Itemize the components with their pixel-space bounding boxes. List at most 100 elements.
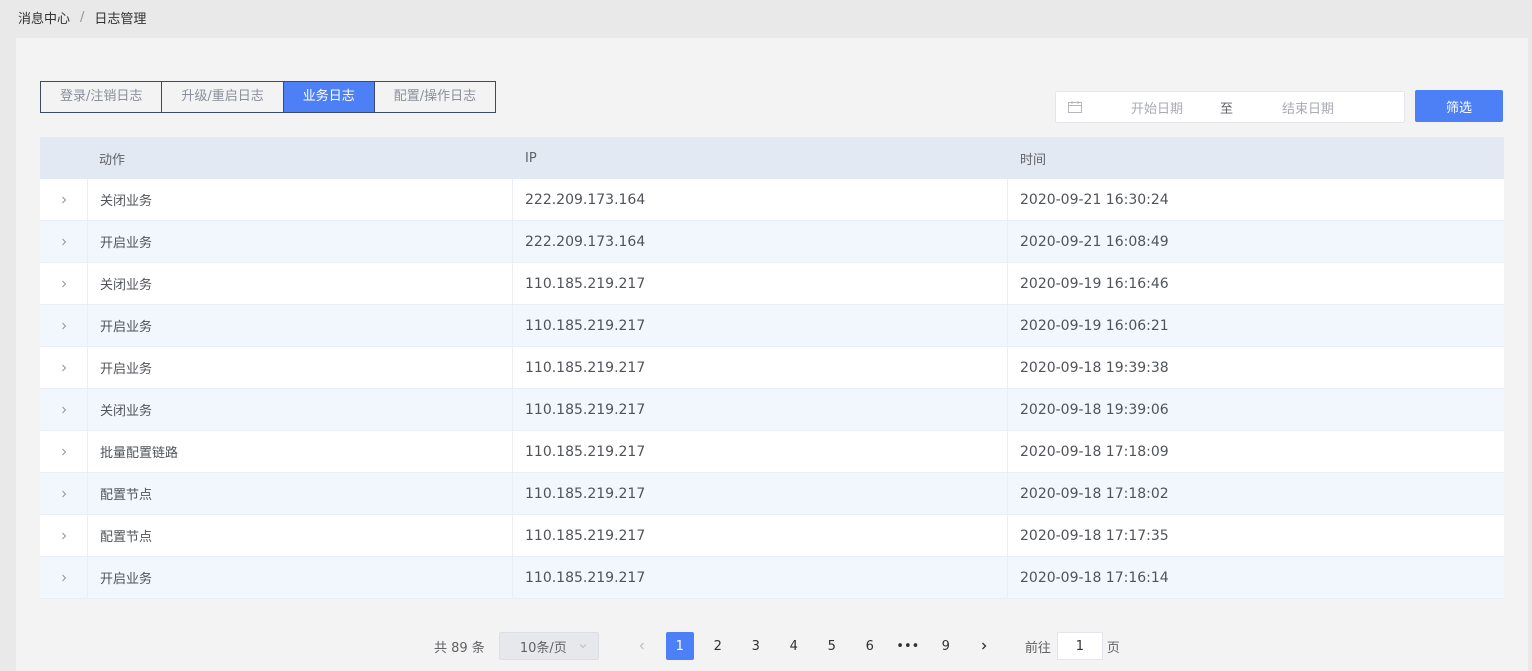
log-table: 动作 IP 时间 关闭业务 222.209.173.164 2020-09-21 1… xyxy=(40,137,1504,599)
page-number-button[interactable]: 5 xyxy=(818,632,846,660)
chevron-right-icon xyxy=(61,196,66,203)
page-number-button[interactable]: 3 xyxy=(742,632,770,660)
content-card: 登录/注销日志 升级/重启日志 业务日志 配置/操作日志 开始日期 至 结束日期… xyxy=(16,38,1528,671)
table-row[interactable]: 配置节点 110.185.219.217 2020-09-18 17:18:02 xyxy=(40,473,1504,515)
cell-action: 关闭业务 xyxy=(88,389,513,430)
goto-prefix: 前往 xyxy=(1024,640,1051,656)
cell-ip: 110.185.219.217 xyxy=(513,431,1008,472)
cell-ip: 222.209.173.164 xyxy=(513,179,1008,220)
cell-ip: 110.185.219.217 xyxy=(513,305,1008,346)
cell-action: 批量配置链路 xyxy=(88,431,513,472)
row-expand-toggle[interactable] xyxy=(40,347,88,388)
cell-time: 2020-09-21 16:08:49 xyxy=(1020,233,1169,250)
table-row[interactable]: 开启业务 110.185.219.217 2020-09-18 19:39:38 xyxy=(40,347,1504,389)
cell-time: 2020-09-18 17:18:09 xyxy=(1020,443,1169,460)
breadcrumb: 消息中心 / 日志管理 xyxy=(18,8,146,27)
date-range-picker[interactable]: 开始日期 至 结束日期 xyxy=(1055,91,1405,123)
cell-action: 关闭业务 xyxy=(88,179,513,220)
prev-page-button[interactable] xyxy=(628,632,656,660)
row-expand-toggle[interactable] xyxy=(40,557,88,598)
page-size-select[interactable]: 10条/页 xyxy=(498,632,599,660)
cell-action: 配置节点 xyxy=(88,473,513,514)
tab-business[interactable]: 业务日志 xyxy=(282,81,375,113)
page-ellipsis[interactable]: ••• xyxy=(894,632,922,660)
row-expand-toggle[interactable] xyxy=(40,305,88,346)
tab-upgrade-restart[interactable]: 升级/重启日志 xyxy=(161,81,284,113)
cell-action: 开启业务 xyxy=(88,347,513,388)
cell-action: 开启业务 xyxy=(88,305,513,346)
row-expand-toggle[interactable] xyxy=(40,263,88,304)
table-row[interactable]: 配置节点 110.185.219.217 2020-09-18 17:17:35 xyxy=(40,515,1504,557)
row-expand-toggle[interactable] xyxy=(40,515,88,556)
page-number-button[interactable]: 6 xyxy=(856,632,884,660)
cell-ip: 110.185.219.217 xyxy=(513,389,1008,430)
table-row[interactable]: 关闭业务 222.209.173.164 2020-09-21 16:30:24 xyxy=(40,179,1504,221)
row-expand-toggle[interactable] xyxy=(40,389,88,430)
table-row[interactable]: 开启业务 222.209.173.164 2020-09-21 16:08:49 xyxy=(40,221,1504,263)
cell-time: 2020-09-19 16:16:46 xyxy=(1020,275,1169,292)
page-jumper: 前往 页 xyxy=(1025,632,1120,660)
cell-time: 2020-09-19 16:06:21 xyxy=(1020,317,1169,334)
page-number-button[interactable]: 9 xyxy=(932,632,960,660)
table-row[interactable]: 关闭业务 110.185.219.217 2020-09-18 19:39:06 xyxy=(40,389,1504,431)
table-row[interactable]: 开启业务 110.185.219.217 2020-09-19 16:06:21 xyxy=(40,305,1504,347)
chevron-right-icon xyxy=(981,642,987,650)
page-number-button[interactable]: 1 xyxy=(665,632,694,660)
chevron-right-icon xyxy=(61,238,66,245)
table-row[interactable]: 开启业务 110.185.219.217 2020-09-18 17:16:14 xyxy=(40,557,1504,599)
start-date-input[interactable]: 开始日期 xyxy=(1122,98,1192,117)
pagination: 共 89 条 10条/页 123456 ••• 9 前往 页 xyxy=(434,632,1120,660)
page-size-value: 10条/页 xyxy=(519,640,567,656)
chevron-right-icon xyxy=(61,406,66,413)
filter-button[interactable]: 筛选 xyxy=(1415,90,1503,122)
table-row[interactable]: 关闭业务 110.185.219.217 2020-09-19 16:16:46 xyxy=(40,263,1504,305)
chevron-right-icon xyxy=(61,574,66,581)
cell-time: 2020-09-18 17:18:02 xyxy=(1020,485,1169,502)
cell-time: 2020-09-18 19:39:06 xyxy=(1020,401,1169,418)
page-number-button[interactable]: 2 xyxy=(704,632,732,660)
cell-time: 2020-09-21 16:30:24 xyxy=(1020,191,1169,208)
pagination-total: 共 89 条 xyxy=(434,640,485,656)
cell-action: 开启业务 xyxy=(88,557,513,598)
row-expand-toggle[interactable] xyxy=(40,431,88,472)
tab-config-operation[interactable]: 配置/操作日志 xyxy=(373,81,497,113)
breadcrumb-parent[interactable]: 消息中心 xyxy=(18,8,70,27)
cell-time: 2020-09-18 19:39:38 xyxy=(1020,359,1169,376)
chevron-right-icon xyxy=(61,448,66,455)
cell-ip: 110.185.219.217 xyxy=(513,557,1008,598)
tab-login-logout[interactable]: 登录/注销日志 xyxy=(40,81,163,113)
breadcrumb-current: 日志管理 xyxy=(94,12,147,27)
cell-ip: 110.185.219.217 xyxy=(513,473,1008,514)
row-expand-toggle[interactable] xyxy=(40,221,88,262)
page-number-button[interactable]: 4 xyxy=(780,632,808,660)
expand-column-header xyxy=(40,137,88,179)
next-page-button[interactable] xyxy=(970,632,998,660)
cell-ip: 110.185.219.217 xyxy=(513,347,1008,388)
calendar-icon xyxy=(1068,101,1082,113)
cell-ip: 110.185.219.217 xyxy=(513,263,1008,304)
row-expand-toggle[interactable] xyxy=(40,473,88,514)
page-number-list: 1 2 3 4 5 6 ••• 9 xyxy=(661,632,965,660)
table-header: 动作 IP 时间 xyxy=(40,137,1504,179)
cell-action: 开启业务 xyxy=(88,221,513,262)
goto-page-input[interactable] xyxy=(1056,632,1103,660)
column-header-action: 动作 xyxy=(88,137,513,179)
end-date-input[interactable]: 结束日期 xyxy=(1273,98,1343,117)
cell-ip: 110.185.219.217 xyxy=(513,515,1008,556)
column-header-ip: IP xyxy=(513,137,1008,179)
chevron-right-icon xyxy=(61,364,66,371)
chevron-left-icon xyxy=(639,642,644,650)
column-header-time: 时间 xyxy=(1020,152,1047,168)
chevron-down-icon xyxy=(579,644,587,649)
table-row[interactable]: 批量配置链路 110.185.219.217 2020-09-18 17:18:09 xyxy=(40,431,1504,473)
table-body: 关闭业务 222.209.173.164 2020-09-21 16:30:24 开启… xyxy=(40,179,1504,599)
chevron-right-icon xyxy=(61,280,66,287)
row-expand-toggle[interactable] xyxy=(40,179,88,220)
date-range-separator: 至 xyxy=(1220,101,1234,117)
chevron-right-icon xyxy=(61,532,66,539)
cell-ip: 222.209.173.164 xyxy=(513,221,1008,262)
goto-suffix: 页 xyxy=(1106,640,1120,656)
cell-action: 关闭业务 xyxy=(88,263,513,304)
chevron-right-icon xyxy=(61,490,66,497)
log-type-tabs: 登录/注销日志 升级/重启日志 业务日志 配置/操作日志 xyxy=(40,81,497,113)
